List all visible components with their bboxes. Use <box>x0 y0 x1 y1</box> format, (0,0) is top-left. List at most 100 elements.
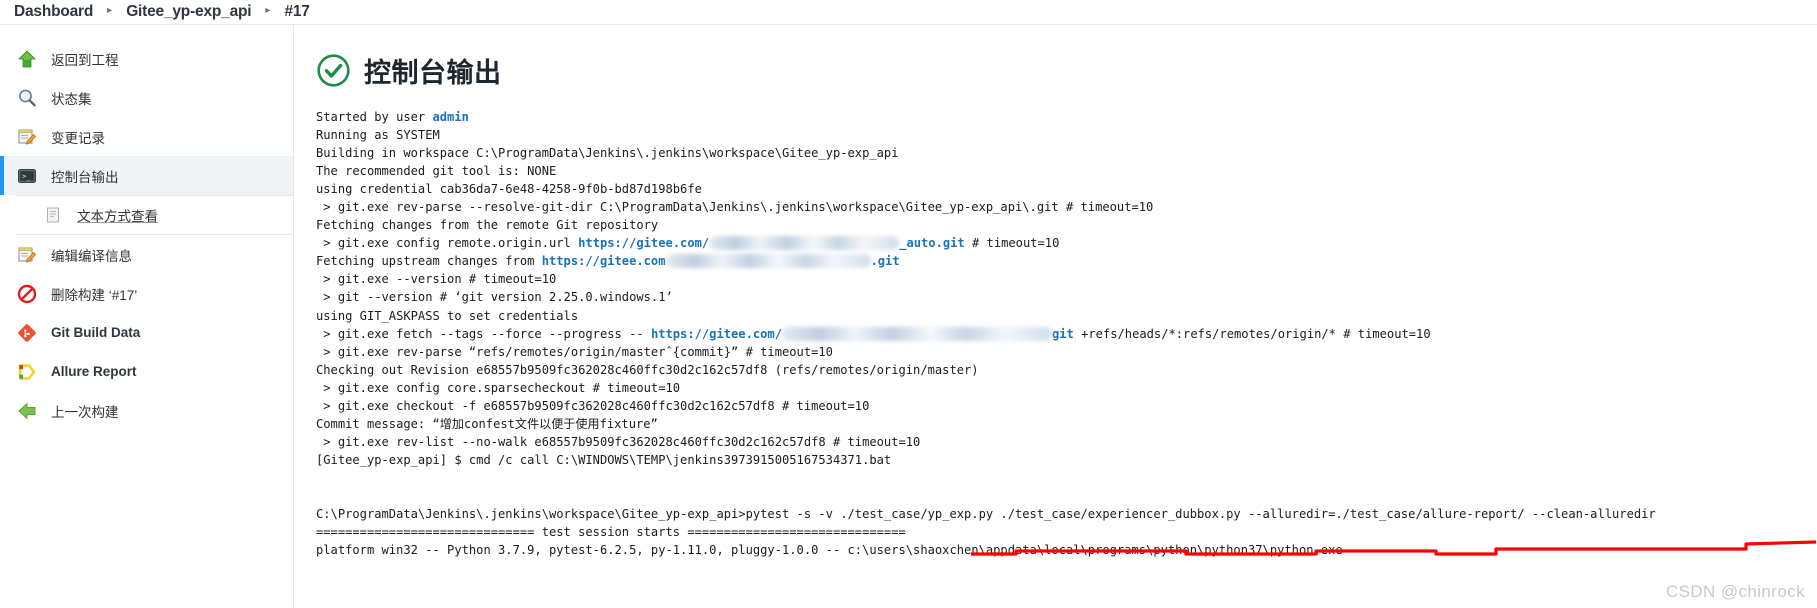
console-log-line: Checking out Revision e68557b9509fc36202… <box>316 361 1817 379</box>
console-log-line: [Gitee_yp-exp_api] $ cmd /c call C:\WIND… <box>316 451 1817 469</box>
console-output-log: Started by user admin Running as SYSTEM Bu… <box>316 108 1817 559</box>
console-link[interactable]: https://gitee.com/ <box>651 327 782 341</box>
sidebar-item-label: Allure Report <box>51 364 137 379</box>
console-text: Started by user <box>316 110 433 124</box>
sidebar-item-label: 变更记录 <box>51 130 105 146</box>
sidebar-item-previous-build[interactable]: 上一次构建 <box>0 391 293 430</box>
console-text: > git.exe checkout -f e68557b9509fc36202… <box>316 398 870 413</box>
console-log-line: Running as SYSTEM <box>316 126 1817 144</box>
console-log-line: using GIT_ASKPASS to set credentials <box>316 307 1817 325</box>
console-text: +refs/heads/*:refs/remotes/origin/* # ti… <box>1073 326 1431 341</box>
sidebar-item-allure-report[interactable]: Allure Report <box>0 352 293 391</box>
breadcrumb: Dashboard ▸ Gitee_yp-exp_api ▸ #17 <box>0 0 1817 25</box>
breadcrumb-item-job[interactable]: Gitee_yp-exp_api <box>126 3 251 21</box>
breadcrumb-separator-icon: ▸ <box>107 5 113 16</box>
page-title: 控制台输出 <box>316 51 1817 90</box>
sidebar-item-git-build-data[interactable]: Git Build Data <box>0 313 293 352</box>
console-text: # timeout=10 <box>964 236 1060 251</box>
document-icon <box>42 204 64 226</box>
console-text: C:\ProgramData\Jenkins\.jenkins\workspac… <box>316 507 1656 522</box>
terminal-icon: >_ <box>16 165 38 187</box>
console-link[interactable]: https://gitee.com/ <box>578 236 709 250</box>
sidebar-item-changes[interactable]: 变更记录 <box>0 117 293 156</box>
delete-forbidden-icon <box>16 283 38 305</box>
console-text: > git.exe config core.sparsecheckout # t… <box>316 380 681 395</box>
console-log-line: > git.exe checkout -f e68557b9509fc36202… <box>316 397 1817 415</box>
console-log-line: The recommended git tool is: NONE <box>316 162 1817 180</box>
console-text: > git --version # ‘git version 2.25.0.wi… <box>316 290 673 305</box>
page-title-text: 控制台输出 <box>364 58 502 88</box>
console-link[interactable]: _auto.git <box>899 236 965 250</box>
git-icon <box>16 322 38 344</box>
console-text: > git.exe config remote.origin.url <box>316 236 579 251</box>
console-log-line: Fetching changes from the remote Git rep… <box>316 216 1817 234</box>
breadcrumb-item-build[interactable]: #17 <box>284 3 309 21</box>
console-log-line: > git --version # ‘git version 2.25.0.wi… <box>316 288 1817 306</box>
redacted-text-block <box>782 326 1052 341</box>
check-circle-icon <box>316 53 351 88</box>
left-arrow-green-icon <box>16 400 38 422</box>
console-text: [Gitee_yp-exp_api] $ cmd /c call C:\WIND… <box>316 452 892 467</box>
console-text: Fetching upstream changes from <box>316 254 542 269</box>
console-log-line: > git.exe --version # timeout=10 <box>316 270 1817 288</box>
sidebar: 返回到工程 状态集 变更记录 >_ 控制台输出 文本方式查看 编辑编译信息 删除… <box>0 25 294 608</box>
console-user-link[interactable]: admin <box>433 110 469 124</box>
sidebar-item-label: 文本方式查看 <box>77 209 158 224</box>
console-text: platform win32 -- Python 3.7.9, pytest-6… <box>316 543 1343 558</box>
notepad-pencil-icon <box>16 126 38 148</box>
watermark: CSDN @chinrock <box>1665 582 1805 601</box>
redacted-text-block <box>709 236 900 251</box>
magnifier-icon <box>16 87 38 109</box>
up-arrow-green-icon <box>16 48 38 70</box>
sidebar-item-label: 返回到工程 <box>51 52 119 68</box>
sidebar-item-view-as-plain-text[interactable]: 文本方式查看 <box>16 195 293 235</box>
breadcrumb-item-dashboard[interactable]: Dashboard <box>14 3 93 21</box>
console-log-line: > git.exe rev-list --no-walk e68557b9509… <box>316 433 1817 451</box>
console-log-line: Commit message: “增加confest文件以便于使用fixture… <box>316 415 1817 433</box>
page-body: 返回到工程 状态集 变更记录 >_ 控制台输出 文本方式查看 编辑编译信息 删除… <box>0 25 1817 608</box>
sidebar-item-delete-build[interactable]: 删除构建 ‘#17’ <box>0 274 293 313</box>
sidebar-item-label: 状态集 <box>51 91 92 107</box>
sidebar-item-back-to-project[interactable]: 返回到工程 <box>0 39 293 78</box>
console-log-line: > git.exe config core.sparsecheckout # t… <box>316 379 1817 397</box>
console-link[interactable]: git <box>1052 327 1074 341</box>
console-log-line: platform win32 -- Python 3.7.9, pytest-6… <box>316 541 1817 559</box>
console-log-line: Started by user admin <box>316 108 1817 126</box>
console-text: Commit message: “增加confest文件以便于使用fixture… <box>316 416 658 431</box>
console-log-line <box>316 469 1817 487</box>
redacted-text-block <box>665 254 871 269</box>
console-link[interactable]: https://gitee.com <box>542 254 666 268</box>
console-text: Checking out Revision e68557b9509fc36202… <box>316 362 979 377</box>
main-content: 控制台输出 Started by user admin Running as SY… <box>294 25 1817 608</box>
console-log-line: > git.exe fetch --tags --force --progres… <box>316 325 1817 343</box>
console-text: > git.exe rev-parse “refs/remotes/origin… <box>316 344 833 359</box>
svg-text:>_: >_ <box>22 172 31 180</box>
console-text: > git.exe --version # timeout=10 <box>316 272 557 287</box>
sidebar-item-edit-build-information[interactable]: 编辑编译信息 <box>0 235 293 274</box>
console-text: The recommended git tool is: NONE <box>316 164 557 179</box>
sidebar-item-status-set[interactable]: 状态集 <box>0 78 293 117</box>
sidebar-item-label: 删除构建 ‘#17’ <box>51 287 138 303</box>
console-text: > git.exe fetch --tags --force --progres… <box>316 326 651 341</box>
console-log-line <box>316 487 1817 505</box>
console-text: using credential cab36da7-6e48-4258-9f0b… <box>316 182 702 197</box>
allure-icon <box>16 361 38 383</box>
sidebar-item-label: 上一次构建 <box>51 404 119 420</box>
console-log-line: using credential cab36da7-6e48-4258-9f0b… <box>316 180 1817 198</box>
console-log-line: Fetching upstream changes from https://g… <box>316 252 1817 270</box>
console-text: using GIT_ASKPASS to set credentials <box>316 308 579 323</box>
notepad-pencil-icon <box>16 244 38 266</box>
console-log-line: > git.exe rev-parse --resolve-git-dir C:… <box>316 198 1817 216</box>
console-text: Running as SYSTEM <box>316 128 440 143</box>
console-text: > git.exe rev-parse --resolve-git-dir C:… <box>316 200 1154 215</box>
sidebar-item-label: Git Build Data <box>51 325 141 340</box>
sidebar-item-console-output[interactable]: >_ 控制台输出 <box>0 156 293 195</box>
sidebar-item-label: 编辑编译信息 <box>51 248 132 264</box>
console-log-line: ============================== test sess… <box>316 523 1817 541</box>
console-log-line: > git.exe config remote.origin.url https… <box>316 234 1817 252</box>
console-log-line: C:\ProgramData\Jenkins\.jenkins\workspac… <box>316 505 1817 523</box>
breadcrumb-separator-icon: ▸ <box>265 5 271 16</box>
console-text: Fetching changes from the remote Git rep… <box>316 218 659 233</box>
sidebar-item-label: 控制台输出 <box>51 169 119 185</box>
console-link[interactable]: .git <box>871 254 900 268</box>
